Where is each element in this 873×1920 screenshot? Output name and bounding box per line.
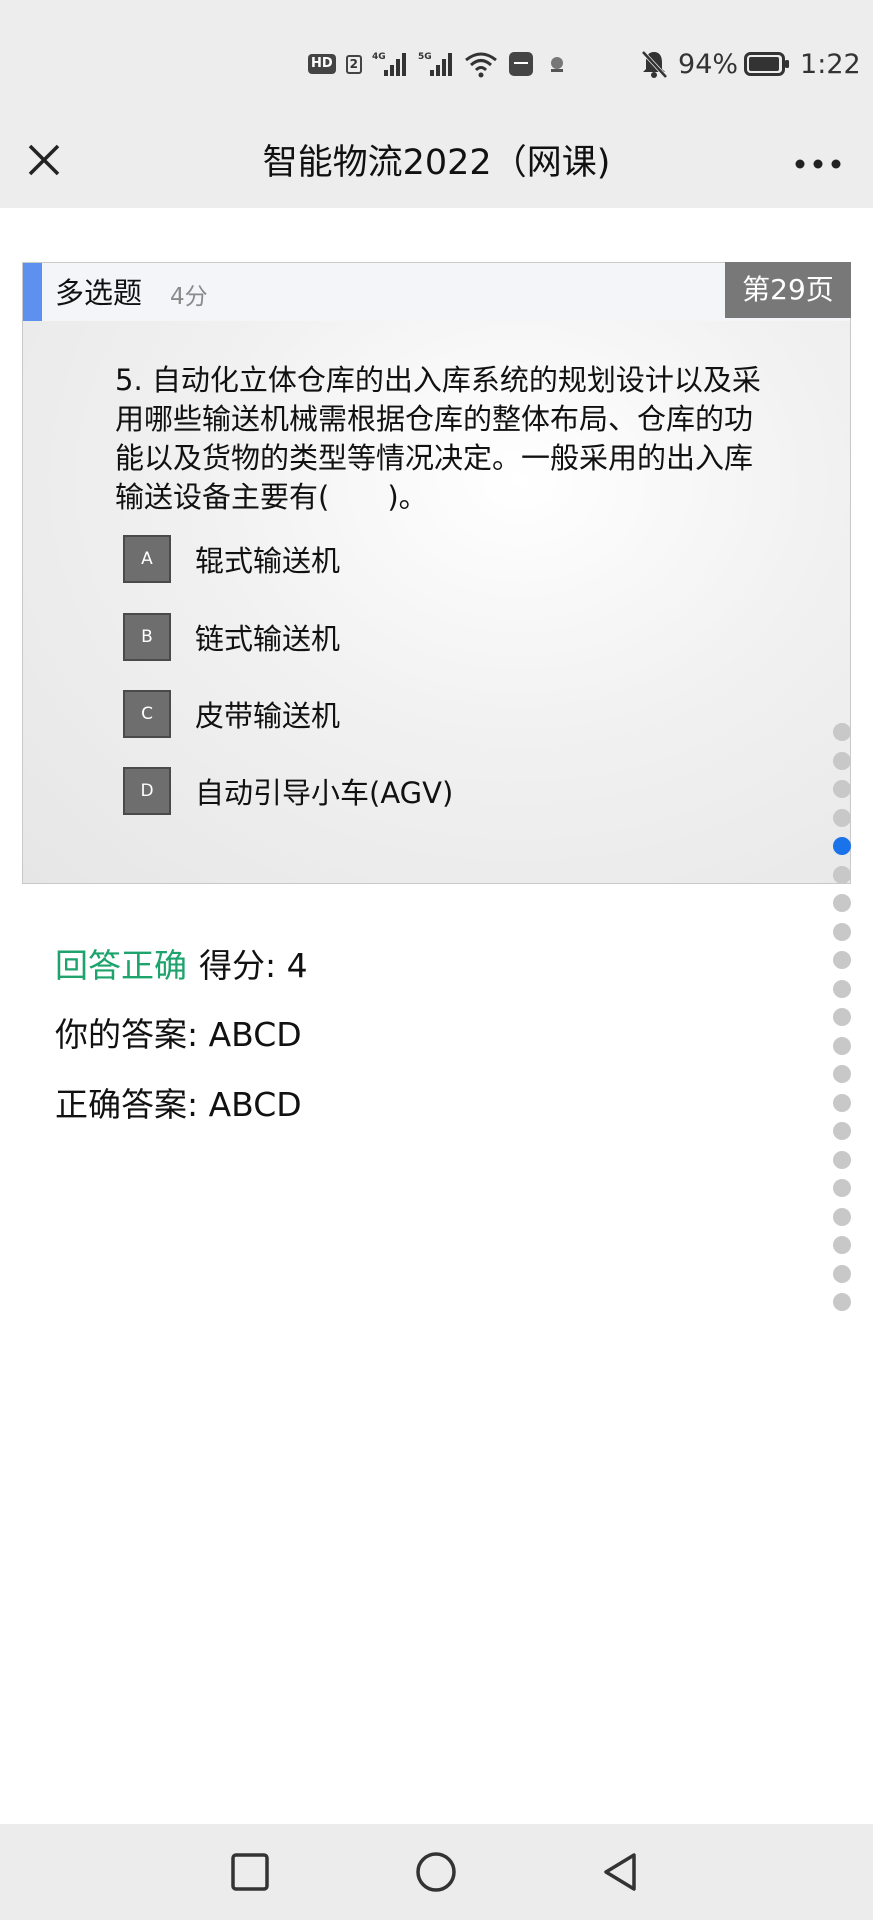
page-dot[interactable] [833, 780, 851, 798]
option-a[interactable]: A 辊式输送机 [123, 535, 340, 583]
page-dot[interactable] [833, 1293, 851, 1311]
page-dot[interactable] [833, 894, 851, 912]
option-text: 自动引导小车(AGV) [195, 776, 454, 810]
page-dot[interactable] [833, 951, 851, 969]
recent-apps-icon[interactable] [228, 1850, 272, 1894]
signal-5g-icon: 5G [418, 50, 454, 78]
page-badge: 第29页 [725, 262, 851, 318]
page-dot[interactable] [833, 1264, 851, 1283]
result-line: 回答正确 得分: 4 [55, 944, 308, 988]
page-dot[interactable] [833, 1150, 851, 1169]
option-key: D [123, 767, 171, 815]
page-dot[interactable] [833, 865, 851, 884]
app-header: 智能物流2022（网课) [0, 118, 873, 208]
home-icon[interactable] [414, 1850, 458, 1894]
page-dot[interactable] [833, 808, 851, 827]
question-type: 多选题 [55, 276, 143, 310]
your-answer: 你的答案: ABCD [55, 1015, 302, 1054]
page-dot[interactable] [833, 1122, 851, 1140]
option-b[interactable]: B 链式输送机 [123, 613, 340, 661]
huawei-app-icon [508, 51, 534, 77]
page-dot[interactable] [833, 1065, 851, 1083]
answer-status: 回答正确 [55, 946, 187, 985]
close-icon[interactable] [22, 138, 66, 182]
svg-text:5G: 5G [418, 52, 432, 62]
option-key: C [123, 690, 171, 738]
battery-percent: 94% [678, 48, 739, 80]
hd-icon: HD [308, 54, 336, 74]
question-header: 多选题 4分 第29页 [23, 262, 851, 321]
option-key: A [123, 535, 171, 583]
signal-4g-icon: 4G [372, 50, 408, 78]
system-nav-bar [0, 1824, 873, 1920]
more-icon[interactable] [793, 156, 843, 170]
sim-indicator: 2 [345, 54, 363, 74]
notification-icon [544, 51, 570, 77]
status-bar: HD 2 4G 5G 94% 1:22 [0, 0, 873, 130]
page-title: 智能物流2022（网课) [262, 143, 611, 183]
back-icon[interactable] [598, 1850, 642, 1894]
page-dot[interactable] [833, 979, 851, 998]
option-text: 皮带输送机 [195, 699, 341, 733]
question-card: 多选题 4分 第29页 5. 自动化立体仓库的出入库系统的规划设计以及采用哪些输… [22, 262, 851, 884]
option-d[interactable]: D 自动引导小车(AGV) [123, 767, 453, 815]
score-text: 得分: 4 [199, 946, 308, 985]
option-key: B [123, 613, 171, 661]
option-text: 辊式输送机 [195, 544, 341, 578]
page-dot[interactable] [833, 723, 851, 741]
wifi-icon [464, 50, 498, 78]
svg-text:4G: 4G [372, 52, 386, 62]
header-accent-bar [23, 263, 42, 321]
correct-answer: 正确答案: ABCD [55, 1085, 302, 1124]
page-dot[interactable] [833, 1093, 851, 1112]
clock: 1:22 [800, 48, 861, 80]
question-score: 4分 [170, 284, 208, 310]
page-dot[interactable] [833, 922, 851, 941]
page-dot[interactable] [833, 1236, 851, 1254]
question-text: 5. 自动化立体仓库的出入库系统的规划设计以及采用哪些输送机械需根据仓库的整体布… [115, 363, 761, 514]
battery-icon [744, 51, 790, 77]
option-c[interactable]: C 皮带输送机 [123, 690, 340, 738]
page-dot-active[interactable] [833, 837, 851, 855]
page-dot[interactable] [833, 1008, 851, 1026]
mute-bell-icon [640, 49, 668, 79]
option-text: 链式输送机 [195, 622, 341, 656]
page-dot[interactable] [833, 1179, 851, 1197]
page-indicator[interactable] [833, 723, 851, 1322]
page-dot[interactable] [833, 1036, 851, 1055]
page-dot[interactable] [833, 751, 851, 770]
status-icons: HD 2 4G 5G 94% 1:22 [308, 48, 861, 80]
page-dot[interactable] [833, 1207, 851, 1226]
